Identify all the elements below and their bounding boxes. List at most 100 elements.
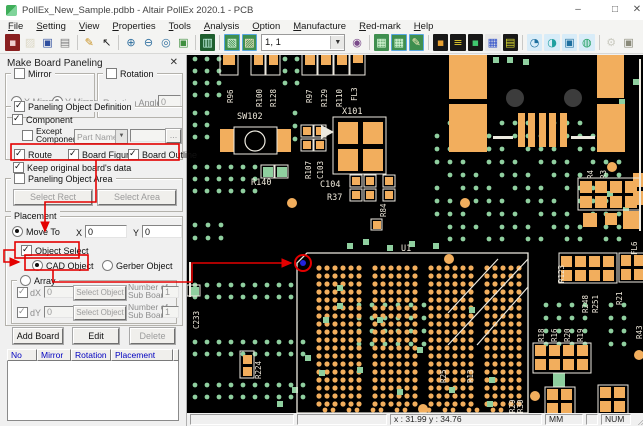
svg-text:R20: R20 xyxy=(563,328,572,342)
grid-icon[interactable]: ▦ xyxy=(485,34,500,51)
resize-grip[interactable] xyxy=(636,415,643,425)
toolbar-separator xyxy=(219,35,220,50)
svg-text:R100: R100 xyxy=(255,88,264,107)
save-icon[interactable]: ▣ xyxy=(40,34,55,51)
table-header-placement[interactable]: Placement xyxy=(111,349,173,361)
menu-item-option[interactable]: Option xyxy=(252,21,280,32)
sub-board-input-1 xyxy=(162,286,179,298)
toolbar-separator xyxy=(522,35,523,50)
toolbar-separator xyxy=(369,35,370,50)
view-manager-icon[interactable]: ◉ xyxy=(349,34,364,51)
table-header-no[interactable]: No xyxy=(7,349,37,361)
board-position-combobox[interactable]: 1, 1▼ xyxy=(261,34,345,51)
add-board-button[interactable]: Add Board xyxy=(13,328,63,344)
gerber-object-radio[interactable] xyxy=(102,260,113,271)
svg-text:R3: R3 xyxy=(599,170,608,179)
except-component-checkbox[interactable] xyxy=(22,130,33,141)
top-layer-icon[interactable]: ▧ xyxy=(224,34,239,51)
menu-item-tools[interactable]: Tools xyxy=(169,21,191,32)
table-header-rotation[interactable]: Rotation xyxy=(71,349,111,361)
table-header-row[interactable]: NoMirrorRotationPlacement xyxy=(7,349,179,361)
menu-item-red-mark[interactable]: Red-mark xyxy=(359,21,401,32)
status-spacer xyxy=(586,414,598,425)
move-to-radio[interactable] xyxy=(12,226,23,237)
svg-text:R97: R97 xyxy=(305,89,314,103)
zoom-window-icon[interactable]: ◎ xyxy=(158,34,173,51)
object-select-checkbox[interactable] xyxy=(21,245,32,256)
toolbar: ▪▨▣▤✎↖⊕⊖◎▣▥▧▨1, 1▼◉▦▦✎▪≡▪▦▤◔◑▣◍⚙▣ xyxy=(0,32,643,54)
table-body[interactable] xyxy=(7,361,179,421)
component-move-icon[interactable]: ▦ xyxy=(391,34,406,51)
rotation-checkbox[interactable] xyxy=(106,68,117,79)
svg-text:R30: R30 xyxy=(516,399,525,413)
part-name-select: Part Name▼ xyxy=(74,129,128,144)
svg-text:FL3: FL3 xyxy=(350,87,359,101)
cad-object-radio[interactable] xyxy=(32,260,43,271)
combobox-arrow-icon[interactable]: ▼ xyxy=(330,36,344,49)
array-radio[interactable] xyxy=(20,275,31,286)
zoom-fit-icon[interactable]: ▣ xyxy=(176,34,191,51)
svg-text:R251: R251 xyxy=(591,295,600,313)
layerset-1-icon[interactable]: ▪ xyxy=(433,34,448,51)
new-board-icon[interactable]: ▪ xyxy=(5,34,20,51)
keep-original-checkbox[interactable] xyxy=(13,162,24,173)
layer-view-icon[interactable]: ▥ xyxy=(200,34,215,51)
pcb-canvas[interactable]: R96R100R128R97R129R110FL3SW102X101R107C1… xyxy=(187,55,643,413)
svg-text:R129: R129 xyxy=(320,89,329,107)
svg-text:R16: R16 xyxy=(550,328,559,342)
board-figure-label: Board Figure xyxy=(82,150,134,160)
svg-text:R248: R248 xyxy=(581,294,590,313)
board-outline-checkbox[interactable] xyxy=(128,149,139,160)
pens-icon[interactable]: ✎ xyxy=(82,34,97,51)
svg-text:R224: R224 xyxy=(254,360,263,379)
route-label: Route xyxy=(28,150,52,160)
close-button[interactable]: ✕ xyxy=(630,3,643,17)
layerset-4-icon[interactable]: ▤ xyxy=(503,34,518,51)
select-arrow-icon[interactable]: ↖ xyxy=(99,34,114,51)
pod-checkbox[interactable] xyxy=(14,101,25,112)
table-header-mirror[interactable]: Mirror xyxy=(37,349,71,361)
route-checkbox[interactable] xyxy=(14,149,25,160)
menu-item-properties[interactable]: Properties xyxy=(112,21,155,32)
x-input[interactable] xyxy=(85,225,127,238)
except-value-input xyxy=(130,129,166,142)
zoom-out-icon[interactable]: ⊖ xyxy=(141,34,156,51)
layerset-2-icon[interactable]: ≡ xyxy=(450,34,465,51)
menu-item-manufacture[interactable]: Manufacture xyxy=(293,21,346,32)
zoom-in-icon[interactable]: ⊕ xyxy=(123,34,138,51)
minimize-button[interactable]: – xyxy=(571,3,585,17)
menu-item-help[interactable]: Help xyxy=(414,21,434,32)
title-bar: PollEx_New_Sample.pdbb - Altair PollEx 2… xyxy=(0,0,643,21)
analysis-power-icon[interactable]: ▣ xyxy=(562,34,577,51)
rotation-label: Rotation xyxy=(120,69,154,79)
paneling-object-area-group: Paneling Object Area Select Rect Select … xyxy=(5,178,183,212)
mirror-checkbox[interactable] xyxy=(14,68,25,79)
select-rect-button: Select Rect xyxy=(14,190,92,205)
menu-item-analysis[interactable]: Analysis xyxy=(204,21,239,32)
y-input[interactable] xyxy=(142,225,182,238)
select-area-button: Select Area xyxy=(98,190,176,205)
maximize-button[interactable]: □ xyxy=(608,3,622,17)
net-view-icon[interactable]: ▦ xyxy=(374,34,389,51)
dy-input xyxy=(44,306,74,318)
menu-item-setting[interactable]: Setting xyxy=(36,21,66,32)
dialog-close-icon[interactable]: ✕ xyxy=(170,57,178,68)
svg-text:R25: R25 xyxy=(439,369,448,383)
poa-checkbox[interactable] xyxy=(14,173,25,184)
snapshot-icon[interactable]: ▣ xyxy=(621,34,636,51)
board-figure-checkbox[interactable] xyxy=(68,149,79,160)
board-select-icon[interactable]: ▨ xyxy=(242,34,257,51)
layerset-3-icon[interactable]: ▪ xyxy=(468,34,483,51)
sub-board-input-2 xyxy=(162,306,179,318)
status-numlock: NUM xyxy=(601,414,631,425)
analysis-thermal-icon[interactable]: ◍ xyxy=(579,34,594,51)
print-icon[interactable]: ▤ xyxy=(57,34,72,51)
menu-item-file[interactable]: File xyxy=(8,21,23,32)
menu-item-view[interactable]: View xyxy=(79,21,99,32)
edit-button[interactable]: Edit xyxy=(73,328,119,344)
component-edit-icon[interactable]: ✎ xyxy=(409,34,424,51)
svg-text:C104: C104 xyxy=(320,180,340,190)
component-checkbox[interactable] xyxy=(12,114,23,125)
analysis-signal-icon[interactable]: ◑ xyxy=(544,34,559,51)
analysis-dfm-icon[interactable]: ◔ xyxy=(527,34,542,51)
